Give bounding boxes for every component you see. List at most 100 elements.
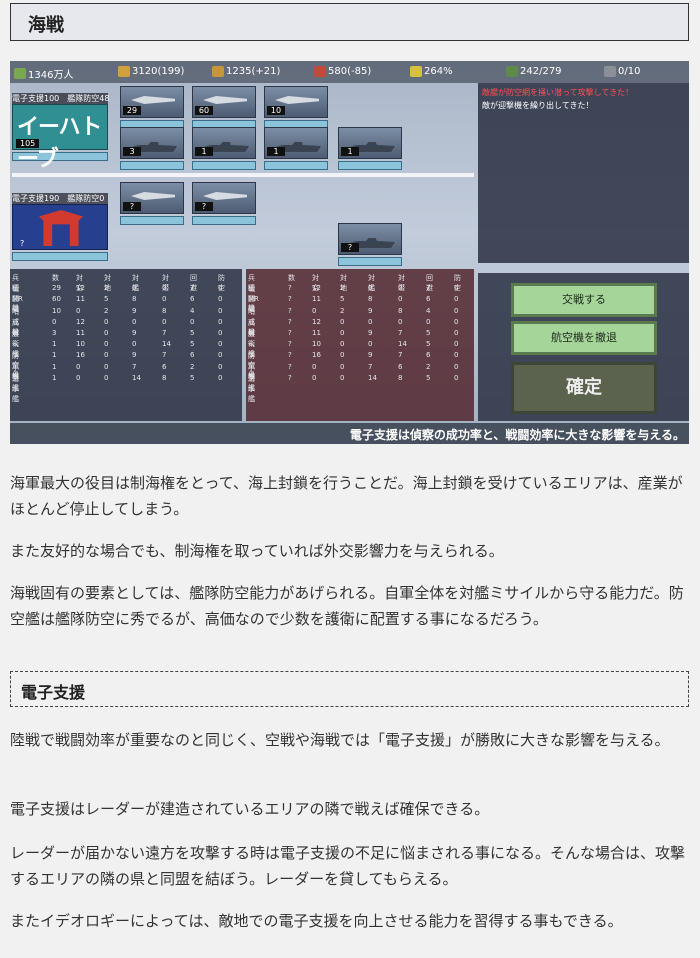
table-cell: 8 xyxy=(368,295,373,304)
table-cell: 0 xyxy=(454,284,459,293)
player-unit-small-ship[interactable]: 1 xyxy=(338,127,402,170)
enemy-aircraft-image: ? xyxy=(192,182,256,214)
table-cell: 4 xyxy=(190,306,195,315)
table-cell: 0 xyxy=(340,328,345,337)
table-cell: 0 xyxy=(132,284,137,293)
player-fleet-stats: 電子支援100 艦隊防空48 xyxy=(12,93,110,104)
paragraph-remote-attack: レーダーが届かない遠方を攻撃する時は電子支援の不足に悩まされる事になる。そんな場… xyxy=(10,844,686,888)
table-cell: 0 xyxy=(454,317,459,326)
table-cell: ? xyxy=(288,284,292,293)
resource-population: 1346万人 xyxy=(14,66,73,81)
unit-hp-bar xyxy=(264,161,328,170)
player-unit-patrol[interactable]: 10 xyxy=(264,86,328,129)
table-cell: 0 xyxy=(454,306,459,315)
player-unit-mr[interactable]: 60 xyxy=(192,86,256,129)
engage-button[interactable]: 交戦する xyxy=(511,283,657,317)
table-cell: 0 xyxy=(76,306,81,315)
table-cell: 11 xyxy=(76,328,85,337)
fighter-image: 29 xyxy=(120,86,184,118)
table-cell: 0 xyxy=(76,362,81,371)
enemy-fleet-stats: 電子支援190 艦隊防空0 xyxy=(12,193,108,204)
table-cell: ? xyxy=(288,362,292,371)
table-header-cell: 数 xyxy=(288,274,295,282)
table-cell: ? xyxy=(288,340,292,349)
resource-bar: 1346万人 3120(199) 1235(+21) 580(-85) 264%… xyxy=(10,61,689,83)
table-cell: 6 xyxy=(426,351,431,360)
table-cell: 7 xyxy=(132,362,137,371)
section-title: 海戦 xyxy=(28,15,64,36)
table-cell: 0 xyxy=(104,373,109,382)
materials-icon xyxy=(212,66,224,77)
table-cell: 5 xyxy=(190,328,195,337)
unit-hp-bar xyxy=(338,161,402,170)
enemy-unit-2[interactable]: ? xyxy=(192,182,256,225)
table-cell: 0 xyxy=(76,373,81,382)
enemy-fleet-hp-bar xyxy=(12,252,108,261)
player-unit-aa-ship[interactable]: 1 xyxy=(264,127,328,170)
player-stats-panel xyxy=(10,269,242,421)
table-cell: 7 xyxy=(162,351,167,360)
enemy-fleet-card[interactable]: 電子支援190 艦隊防空0 ? xyxy=(12,193,108,265)
table-cell: 0 xyxy=(368,284,373,293)
table-cell: 7 xyxy=(398,328,403,337)
table-cell: 5 xyxy=(426,373,431,382)
table-cell: 0 xyxy=(454,328,459,337)
resource-troops: 242/279 xyxy=(506,66,562,77)
table-cell: 14 xyxy=(162,340,171,349)
table-cell: 12 xyxy=(76,284,85,293)
table-cell: 0 xyxy=(162,284,167,293)
unit-hp-bar xyxy=(120,161,184,170)
resource-ammo: 580(-85) xyxy=(314,66,371,77)
heli-carrier-image: 1 xyxy=(192,127,256,159)
table-cell: 8 xyxy=(132,295,137,304)
table-cell: 14 xyxy=(398,340,407,349)
table-cell: ? xyxy=(288,306,292,315)
player-fleet-card[interactable]: 電子支援100 艦隊防空48 イーハトーブ 105 xyxy=(12,93,110,172)
coin-bag-icon xyxy=(118,66,130,77)
table-cell: 0 xyxy=(398,284,403,293)
table-cell: 0 xyxy=(398,317,403,326)
table-cell: 0 xyxy=(312,362,317,371)
table-cell: 0 xyxy=(218,340,223,349)
table-cell: 7 xyxy=(368,362,373,371)
divider-line xyxy=(12,173,474,177)
withdraw-aircraft-button[interactable]: 航空機を撤退 xyxy=(511,321,657,355)
table-cell: 5 xyxy=(426,328,431,337)
player-unit-escort[interactable]: 3 xyxy=(120,127,184,170)
section-heading: 海戦 xyxy=(10,3,689,41)
table-cell: 6 xyxy=(426,295,431,304)
table-cell: 11 xyxy=(76,295,85,304)
table-cell: 0 xyxy=(368,317,373,326)
table-cell: 0 xyxy=(104,317,109,326)
unit-hp-bar xyxy=(192,161,256,170)
table-cell: 1 xyxy=(52,351,57,360)
table-cell: 9 xyxy=(368,328,373,337)
table-cell: 16 xyxy=(312,351,321,360)
table-cell: 4 xyxy=(426,306,431,315)
helmet-icon xyxy=(604,66,616,77)
table-cell: 3 xyxy=(52,328,57,337)
table-cell: 8 xyxy=(398,373,403,382)
table-cell: 1 xyxy=(52,340,57,349)
gate-icon xyxy=(39,210,83,246)
player-fleet-count: 105 xyxy=(16,139,40,148)
enemy-fleet-emblem: ? xyxy=(12,204,108,250)
table-cell: 0 xyxy=(340,340,345,349)
confirm-button[interactable]: 確定 xyxy=(511,362,657,414)
enemy-unit-1[interactable]: ? xyxy=(120,182,184,225)
game-screenshot: 1346万人 3120(199) 1235(+21) 580(-85) 264%… xyxy=(10,61,689,444)
table-cell: 10 xyxy=(52,306,61,315)
player-unit-fighter[interactable]: 29 xyxy=(120,86,184,129)
table-cell: ? xyxy=(288,351,292,360)
table-cell: 7 xyxy=(426,284,431,293)
table-cell: 7 xyxy=(162,328,167,337)
soldier-icon xyxy=(506,66,518,77)
table-cell: 0 xyxy=(454,340,459,349)
table-cell: 0 xyxy=(398,295,403,304)
resource-materials: 1235(+21) xyxy=(212,66,280,77)
patrol-aircraft-image: 10 xyxy=(264,86,328,118)
unit-hp-bar xyxy=(338,257,402,266)
player-unit-heli-carrier[interactable]: 1 xyxy=(192,127,256,170)
enemy-unit-3[interactable]: ? xyxy=(338,223,402,266)
table-cell: 0 xyxy=(218,362,223,371)
